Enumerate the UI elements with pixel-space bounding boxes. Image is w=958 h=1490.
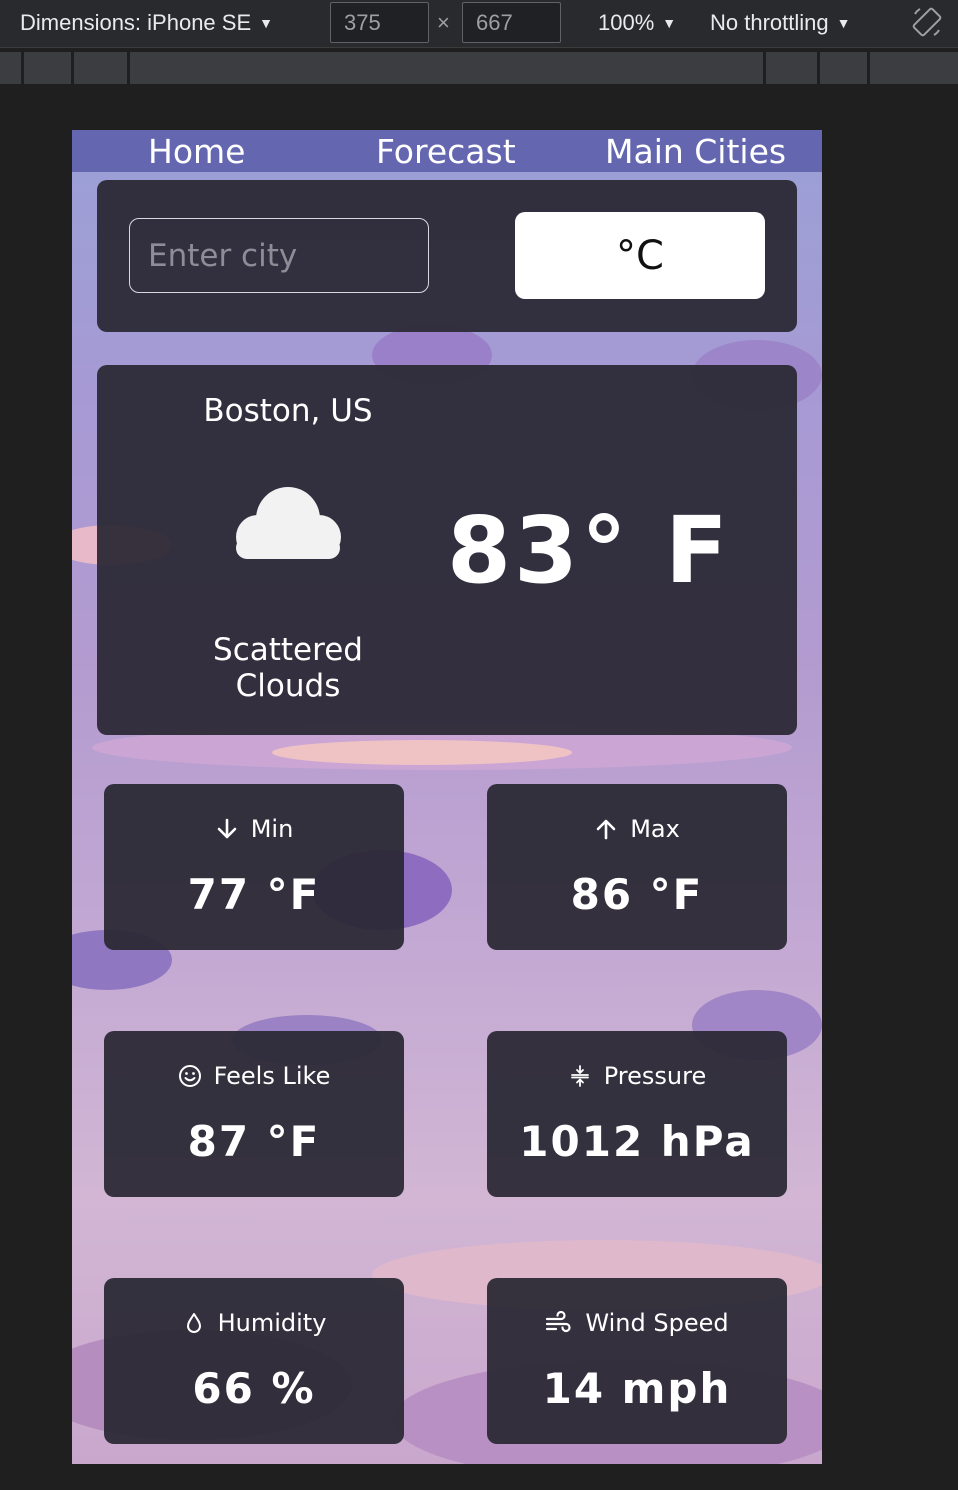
stat-label-text: Min: [250, 815, 294, 843]
top-navbar: Home Forecast Main Cities: [72, 130, 822, 172]
stat-value: 1012 hPa: [519, 1117, 755, 1166]
stat-label: Max: [487, 815, 787, 843]
stat-label: Wind Speed: [487, 1309, 787, 1337]
device-dimensions-dropdown[interactable]: Dimensions: iPhone SE ▼: [20, 0, 273, 46]
weather-condition: Scattered Clouds: [97, 632, 479, 704]
search-panel: °C: [97, 180, 797, 332]
media-query-segment[interactable]: [870, 52, 958, 84]
throttling-label: No throttling: [710, 10, 829, 35]
nav-main-cities[interactable]: Main Cities: [605, 130, 786, 172]
media-query-segment[interactable]: [766, 52, 817, 84]
stat-label: Min: [104, 815, 404, 843]
zoom-dropdown[interactable]: 100% ▼: [598, 0, 676, 46]
media-query-bar: [0, 52, 958, 84]
stat-label-text: Wind Speed: [585, 1309, 729, 1337]
weather-condition-line: Clouds: [235, 668, 341, 704]
stat-label-text: Max: [630, 815, 680, 843]
background-cloud: [272, 740, 572, 765]
city-search-input[interactable]: [129, 218, 429, 293]
city-name: Boston, US: [203, 393, 373, 429]
stat-label: Feels Like: [104, 1062, 404, 1090]
devtools-device-toolbar: Dimensions: iPhone SE ▼ 375 × 667 100% ▼…: [0, 0, 958, 48]
device-viewport: Home Forecast Main Cities °C Boston, US …: [72, 130, 822, 1464]
unit-toggle-button[interactable]: °C: [515, 212, 765, 299]
stat-value: 66 %: [192, 1364, 316, 1413]
nav-forecast[interactable]: Forecast: [376, 130, 516, 172]
arrow-down-icon: [217, 818, 237, 839]
stat-card-pressure: Pressure 1012 hPa: [487, 1031, 787, 1197]
media-query-segment[interactable]: [24, 52, 71, 84]
chevron-down-icon: ▼: [836, 15, 851, 31]
stat-value: 86 °F: [570, 870, 704, 919]
smiley-icon: [178, 1065, 201, 1087]
stat-label-text: Feels Like: [213, 1062, 331, 1090]
stat-label: Humidity: [104, 1309, 404, 1337]
viewport-width-input[interactable]: 375: [330, 2, 429, 43]
chevron-down-icon: ▼: [259, 15, 273, 31]
stat-card-wind-speed: Wind Speed 14 mph: [487, 1278, 787, 1444]
stat-card-humidity: Humidity 66 %: [104, 1278, 404, 1444]
stat-card-max: Max 86 °F: [487, 784, 787, 950]
current-temperature: 83° F: [447, 497, 731, 604]
stat-value: 77 °F: [187, 870, 321, 919]
wind-icon: [546, 1311, 571, 1333]
weather-condition-line: Scattered: [213, 632, 363, 668]
stat-card-feels-like: Feels Like 87 °F: [104, 1031, 404, 1197]
viewport-height-input[interactable]: 667: [462, 2, 561, 43]
times-icon: ×: [437, 10, 450, 35]
droplet-icon: [186, 1313, 201, 1333]
compress-icon: [570, 1065, 589, 1087]
stat-card-min: Min 77 °F: [104, 784, 404, 950]
stat-label-text: Humidity: [217, 1309, 327, 1337]
rotate-device-icon[interactable]: [911, 6, 943, 38]
device-dimensions-label: Dimensions: iPhone SE: [20, 10, 252, 35]
media-query-segment[interactable]: [0, 52, 21, 84]
chevron-down-icon: ▼: [662, 15, 677, 31]
media-query-segment[interactable]: [130, 52, 763, 84]
stat-value: 87 °F: [187, 1117, 321, 1166]
media-query-segment[interactable]: [74, 52, 127, 84]
arrow-up-icon: [596, 819, 616, 840]
stat-label: Pressure: [487, 1062, 787, 1090]
cloud-icon: [236, 487, 341, 559]
media-query-segment[interactable]: [820, 52, 867, 84]
stat-label-text: Pressure: [603, 1062, 707, 1090]
current-weather-card: Boston, US 83° F Scattered Clouds: [97, 365, 797, 735]
throttling-dropdown[interactable]: No throttling ▼: [710, 0, 850, 46]
stat-value: 14 mph: [542, 1364, 732, 1413]
nav-home[interactable]: Home: [148, 130, 245, 172]
zoom-label: 100%: [598, 10, 655, 35]
